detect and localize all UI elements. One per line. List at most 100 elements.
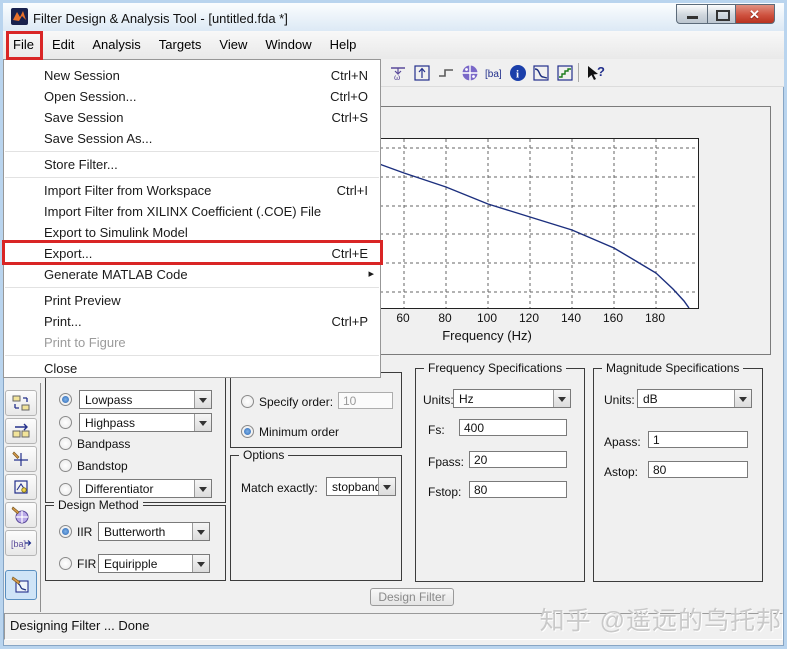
x-tick-100: 100 xyxy=(476,311,498,325)
fdatool-window: Filter Design & Analysis Tool - [untitle… xyxy=(0,0,787,649)
menu-item-new-session[interactable]: Ctrl+N New Session xyxy=(4,65,380,86)
file-menu-dropdown: Ctrl+N New Session Ctrl+O Open Session... … xyxy=(3,59,381,378)
maximize-button[interactable] xyxy=(707,4,736,24)
chevron-down-icon[interactable] xyxy=(378,478,395,495)
minimize-button[interactable] xyxy=(676,4,708,24)
export-coefficients-icon[interactable]: [ba] xyxy=(5,530,37,556)
svg-text:[ba]: [ba] xyxy=(485,69,502,80)
menu-item-save-session-as[interactable]: Save Session As... xyxy=(4,128,380,149)
bandstop-radio[interactable] xyxy=(59,459,72,472)
menu-separator xyxy=(5,355,379,356)
fir-method-combo[interactable]: Equiripple xyxy=(98,554,210,573)
menu-bar: File Edit Analysis Targets View Window H… xyxy=(3,31,784,59)
x-tick-80: 80 xyxy=(438,311,452,325)
bandpass-label: Bandpass xyxy=(77,437,131,451)
filter-coefficients-icon[interactable]: [ba] xyxy=(482,61,505,84)
transform-pole-zero-icon[interactable] xyxy=(5,502,37,528)
magnitude-specs-title: Magnitude Specifications xyxy=(602,361,744,375)
close-button[interactable] xyxy=(735,4,775,24)
svg-text:ω: ω xyxy=(394,73,400,82)
x-axis-label: Frequency (Hz) xyxy=(442,328,532,343)
fpass-input[interactable]: 20 xyxy=(469,451,567,468)
minimum-order-radio[interactable] xyxy=(241,425,254,438)
menu-edit[interactable]: Edit xyxy=(43,31,83,59)
chevron-down-icon[interactable] xyxy=(734,390,751,407)
realize-model-icon[interactable] xyxy=(5,474,37,500)
specify-order-label: Specify order: xyxy=(259,395,334,409)
mag-units-combo[interactable]: dB xyxy=(637,389,752,408)
impulse-response-icon[interactable] xyxy=(410,61,433,84)
x-tick-60: 60 xyxy=(396,311,410,325)
menu-item-store-filter[interactable]: Store Filter... xyxy=(4,154,380,175)
astop-input[interactable]: 80 xyxy=(648,461,748,478)
fstop-label: Fstop: xyxy=(428,485,462,499)
iir-method-combo[interactable]: Butterworth xyxy=(98,522,210,541)
fstop-input[interactable]: 80 xyxy=(469,481,567,498)
export-item-highlight-annotation xyxy=(2,240,383,265)
chevron-down-icon[interactable] xyxy=(194,480,211,497)
menu-item-save-session[interactable]: Ctrl+S Save Session xyxy=(4,107,380,128)
x-tick-180: 180 xyxy=(644,311,666,325)
apass-input[interactable]: 1 xyxy=(648,431,748,448)
menu-item-close[interactable]: Close xyxy=(4,358,380,379)
step-response-icon[interactable] xyxy=(434,61,457,84)
menu-view[interactable]: View xyxy=(210,31,256,59)
menu-item-import-xilinx-coe[interactable]: Import Filter from XILINX Coefficient (.… xyxy=(4,201,380,222)
fs-input[interactable]: 400 xyxy=(459,419,567,436)
filter-info-icon[interactable]: i xyxy=(506,61,529,84)
menu-separator xyxy=(5,151,379,152)
menu-help[interactable]: Help xyxy=(321,31,366,59)
fir-label: FIR xyxy=(77,557,97,571)
chevron-down-icon[interactable] xyxy=(192,523,209,540)
round-to-fixed-point-icon[interactable] xyxy=(553,61,576,84)
title-bar: Filter Design & Analysis Tool - [untitle… xyxy=(3,3,784,31)
menu-item-import-from-workspace[interactable]: Ctrl+I Import Filter from Workspace xyxy=(4,180,380,201)
lowpass-radio[interactable] xyxy=(59,393,72,406)
chevron-down-icon[interactable] xyxy=(194,391,211,408)
pole-zero-plot-icon[interactable] xyxy=(458,61,481,84)
x-tick-140: 140 xyxy=(560,311,582,325)
session-convert-icon[interactable] xyxy=(5,418,37,444)
menu-item-generate-matlab-code[interactable]: Generate MATLAB Code ▸ xyxy=(4,264,380,285)
highpass-combo[interactable]: Highpass xyxy=(79,413,212,432)
menu-item-open-session[interactable]: Ctrl+O Open Session... xyxy=(4,86,380,107)
magnitude-response-icon[interactable] xyxy=(529,61,552,84)
filter-specs-icon[interactable]: ω xyxy=(386,61,409,84)
bandpass-radio[interactable] xyxy=(59,437,72,450)
status-text: Designing Filter ... Done xyxy=(10,618,150,633)
response-type-panel: Lowpass Highpass Bandpass Bandstop Diffe… xyxy=(45,372,226,503)
chevron-down-icon[interactable] xyxy=(553,390,570,407)
context-help-icon[interactable]: ? xyxy=(583,61,606,84)
fs-label: Fs: xyxy=(428,423,445,437)
specify-order-radio[interactable] xyxy=(241,395,254,408)
design-filter-tool-icon[interactable] xyxy=(5,570,37,600)
match-exactly-combo[interactable]: stopband xyxy=(326,477,396,496)
freq-units-combo[interactable]: Hz xyxy=(453,389,571,408)
file-menu-highlight-annotation xyxy=(6,31,43,60)
highpass-radio[interactable] xyxy=(59,416,72,429)
svg-text:[ba]: [ba] xyxy=(11,539,26,549)
design-method-panel: Design Method IIR Butterworth FIR Equiri… xyxy=(45,498,226,581)
menu-targets[interactable]: Targets xyxy=(150,31,211,59)
menu-window[interactable]: Window xyxy=(256,31,320,59)
chevron-down-icon[interactable] xyxy=(192,555,209,572)
frequency-specs-title: Frequency Specifications xyxy=(424,361,567,375)
menu-item-print-preview[interactable]: Print Preview xyxy=(4,290,380,311)
pole-zero-editor-icon[interactable] xyxy=(5,446,37,472)
x-tick-120: 120 xyxy=(518,311,540,325)
lowpass-combo[interactable]: Lowpass xyxy=(79,390,212,409)
options-title: Options xyxy=(239,448,289,462)
store-filter-manager-icon[interactable] xyxy=(5,390,37,416)
chevron-down-icon[interactable] xyxy=(194,414,211,431)
specify-order-input[interactable]: 10 xyxy=(338,392,393,409)
fpass-label: Fpass: xyxy=(428,455,465,469)
differentiator-combo[interactable]: Differentiator xyxy=(79,479,212,498)
differentiator-radio[interactable] xyxy=(59,483,72,496)
menu-item-print[interactable]: Ctrl+P Print... xyxy=(4,311,380,332)
menu-separator xyxy=(5,287,379,288)
menu-analysis[interactable]: Analysis xyxy=(83,31,149,59)
fir-radio[interactable] xyxy=(59,557,72,570)
bandstop-label: Bandstop xyxy=(77,459,128,473)
sidebar-divider xyxy=(40,383,41,612)
iir-radio[interactable] xyxy=(59,525,72,538)
